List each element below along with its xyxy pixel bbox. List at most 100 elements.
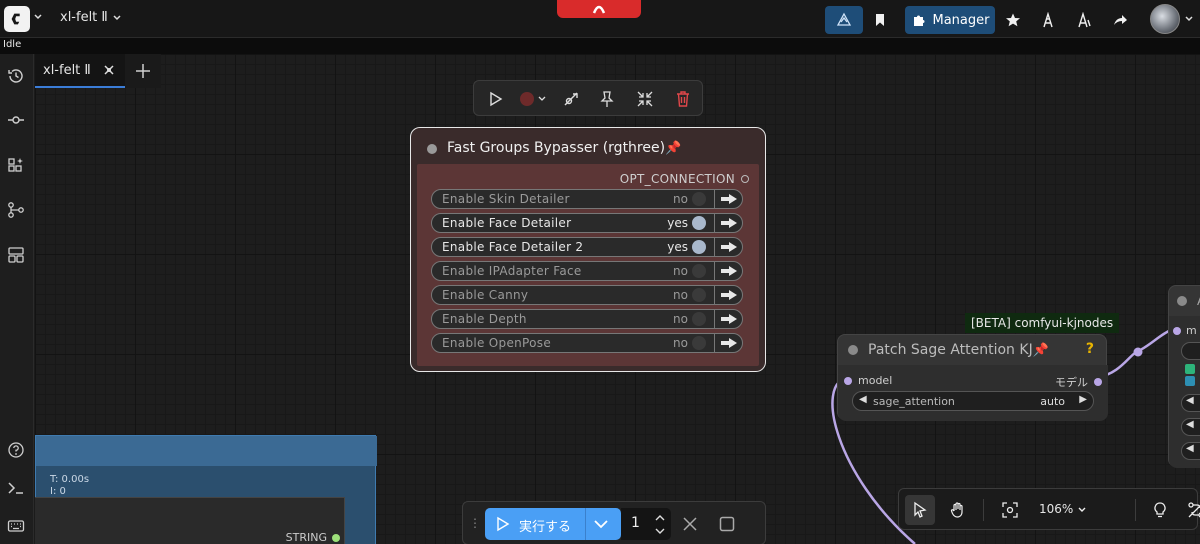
workflow-tabs: xl-felt Ⅱ: [35, 54, 161, 88]
input-dot[interactable]: [1173, 326, 1181, 335]
queue-button[interactable]: [1070, 6, 1098, 34]
manager-button[interactable]: Manager: [905, 6, 995, 34]
toggle-knob[interactable]: [692, 288, 706, 302]
output-slot[interactable]: モデル: [1055, 374, 1102, 390]
goto-group-button[interactable]: [714, 237, 742, 257]
status-bar: Idle: [0, 38, 1200, 54]
triangle-icon: [836, 12, 852, 26]
toggle-knob[interactable]: [692, 312, 706, 326]
keyboard-icon[interactable]: [7, 517, 25, 535]
check-icon[interactable]: [1185, 376, 1195, 386]
node-library-button[interactable]: [1034, 6, 1062, 34]
select-tool[interactable]: [905, 495, 935, 525]
widget[interactable]: [1181, 342, 1200, 360]
toggle-value: no: [673, 192, 688, 206]
stop-icon[interactable]: [718, 515, 736, 533]
group-toggle[interactable]: Enable Depth no: [431, 309, 743, 329]
goto-group-button[interactable]: [714, 333, 742, 353]
bookmark-button[interactable]: [866, 6, 894, 34]
group-toggle[interactable]: Enable OpenPose no: [431, 333, 743, 353]
bypass-icon[interactable]: [562, 90, 580, 108]
patch-sage-attention-node[interactable]: Patch Sage Attention KJ📌 ? model モデル ◀ s…: [837, 334, 1108, 421]
model-library-button[interactable]: [825, 6, 863, 34]
input-slot[interactable]: m: [1173, 324, 1197, 337]
toggle-value: no: [673, 336, 688, 350]
goto-group-button[interactable]: [714, 261, 742, 281]
play-icon[interactable]: [486, 90, 504, 108]
left-arrow-icon[interactable]: ◀: [859, 394, 867, 405]
chevron-up-icon[interactable]: [654, 513, 666, 523]
hide-links-icon[interactable]: [1187, 501, 1200, 519]
lightbulb-icon[interactable]: [1151, 501, 1169, 519]
group-toggle[interactable]: Enable IPAdapter Face no: [431, 261, 743, 281]
input-slot[interactable]: model: [844, 374, 892, 387]
toggle-knob[interactable]: [692, 192, 706, 206]
fit-view-icon[interactable]: [1001, 501, 1019, 519]
widget[interactable]: ◀: [1181, 418, 1200, 436]
check-icon[interactable]: [1185, 364, 1195, 374]
color-picker[interactable]: [518, 90, 550, 108]
goto-group-button[interactable]: [714, 189, 742, 209]
group-toggle[interactable]: Enable Face Detailer 2 yes: [431, 237, 743, 257]
chevron-down-icon[interactable]: [1184, 14, 1194, 24]
sage-attention-combo[interactable]: ◀ sage_attention auto ▶: [852, 391, 1094, 411]
group-toggle[interactable]: Enable Face Detailer yes: [431, 213, 743, 233]
nodes-sparkle-icon[interactable]: [7, 156, 25, 174]
graph-canvas[interactable]: xl-felt Ⅱ Fast Groups Bypasser (rgthree)…: [35, 54, 1200, 544]
avatar[interactable]: [1150, 4, 1180, 34]
input-dot[interactable]: [844, 376, 852, 385]
fast-groups-bypasser-node[interactable]: Fast Groups Bypasser (rgthree)📌 OPT_CONN…: [410, 127, 766, 372]
chevron-down-icon[interactable]: [33, 12, 43, 22]
history-icon[interactable]: [7, 67, 25, 85]
workflow-menu[interactable]: xl-felt Ⅱ: [60, 10, 122, 25]
partial-node[interactable]: A m ◀ ◀ ◀: [1168, 285, 1200, 468]
goto-group-button[interactable]: [714, 309, 742, 329]
goto-group-button[interactable]: [714, 285, 742, 305]
favorites-button[interactable]: [1000, 6, 1026, 34]
chevron-down-icon[interactable]: [654, 526, 666, 536]
output-slot[interactable]: STRING: [286, 531, 340, 544]
close-icon[interactable]: [681, 515, 699, 533]
collapse-dot[interactable]: [848, 345, 858, 355]
group-header[interactable]: [36, 436, 377, 466]
templates-icon[interactable]: [7, 246, 25, 264]
close-icon[interactable]: [103, 64, 115, 76]
output-slot[interactable]: OPT_CONNECTION: [620, 172, 749, 186]
collapse-dot[interactable]: [1177, 296, 1187, 306]
group-toggle[interactable]: Enable Skin Detailer no: [431, 189, 743, 209]
toggle-knob[interactable]: [692, 264, 706, 278]
cursor-icon: [914, 501, 927, 518]
collapse-tab[interactable]: [557, 0, 641, 18]
pin-icon[interactable]: [598, 90, 616, 108]
workflow-tree-icon[interactable]: [7, 201, 25, 219]
help-icon[interactable]: [7, 441, 25, 459]
hand-icon[interactable]: [949, 501, 967, 519]
run-button[interactable]: 実行する: [485, 508, 621, 540]
output-dot[interactable]: [1094, 378, 1102, 386]
widget[interactable]: ◀: [1181, 394, 1200, 412]
toggle-knob[interactable]: [692, 216, 706, 230]
output-dot[interactable]: [741, 175, 749, 183]
zoom-dropdown[interactable]: 106%: [1039, 502, 1087, 516]
collapse-dot[interactable]: [427, 144, 437, 154]
collapse-icon[interactable]: [636, 90, 654, 108]
batch-count-input[interactable]: 1: [621, 508, 671, 540]
group-toggle[interactable]: Enable Canny no: [431, 285, 743, 305]
tab-xl-felt[interactable]: xl-felt Ⅱ: [35, 54, 125, 88]
node-title: Patch Sage Attention KJ📌: [868, 342, 1049, 358]
terminal-icon[interactable]: [7, 479, 25, 497]
toggle-knob[interactable]: [692, 240, 706, 254]
trash-icon[interactable]: [674, 90, 692, 108]
help-badge[interactable]: ?: [1086, 341, 1094, 357]
share-button[interactable]: [1106, 6, 1134, 34]
goto-group-button[interactable]: [714, 213, 742, 233]
plus-icon[interactable]: [133, 61, 153, 81]
toggle-knob[interactable]: [692, 336, 706, 350]
chevron-down-icon[interactable]: [593, 517, 609, 531]
widget[interactable]: ◀: [1181, 442, 1200, 460]
string-node[interactable]: STRING: [35, 497, 345, 544]
output-dot[interactable]: [332, 533, 340, 542]
right-arrow-icon[interactable]: ▶: [1079, 394, 1087, 405]
commit-icon[interactable]: [7, 111, 25, 129]
comfy-logo[interactable]: [4, 6, 30, 32]
